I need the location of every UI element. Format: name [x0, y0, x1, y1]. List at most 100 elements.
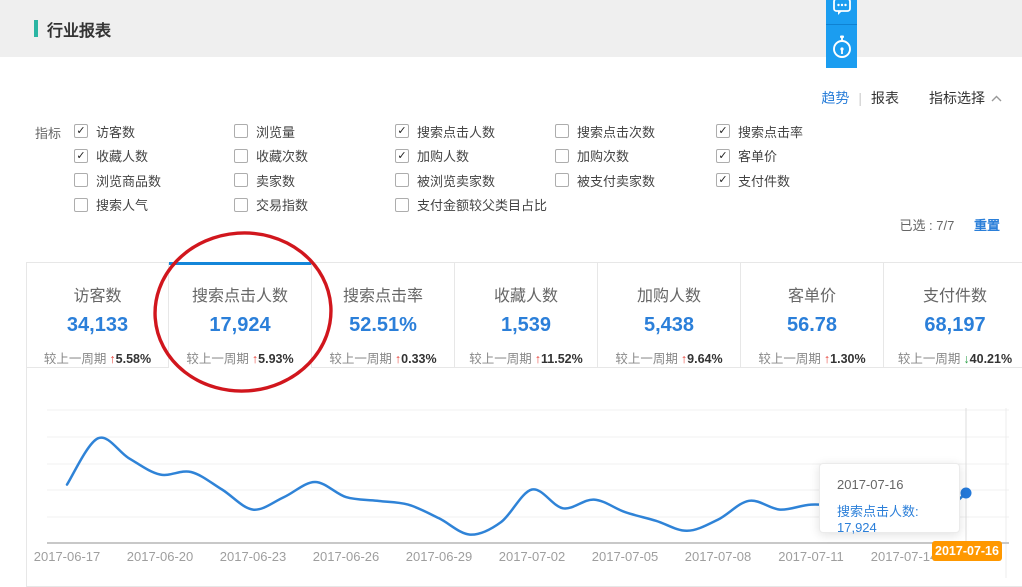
x-axis-label: 2017-07-08: [685, 549, 752, 564]
report-panel: 访客数 34,133 较上一周期↑5.58% 搜索点击人数 17,924 较上一…: [26, 262, 1022, 587]
metric-checkbox-item[interactable]: 搜索人气: [74, 193, 234, 218]
metric-column: 浏览量收藏次数卖家数交易指数: [234, 119, 395, 217]
metric-checkbox-item[interactable]: 被浏览卖家数: [395, 168, 555, 193]
metric-checkbox-item[interactable]: 加购次数: [555, 144, 716, 169]
chart-tooltip: 2017-07-16 搜索点击人数: 17,924: [819, 463, 960, 533]
checkbox-unchecked-icon[interactable]: [234, 173, 248, 187]
trend-view-link[interactable]: 趋势: [821, 88, 849, 108]
checkbox-checked-icon[interactable]: ✓: [716, 124, 730, 138]
tab-title: 访客数: [27, 282, 168, 306]
history-timer-button[interactable]: [826, 24, 857, 68]
metric-filter-panel: 指标 ✓访客数✓收藏人数浏览商品数搜索人气浏览量收藏次数卖家数交易指数✓搜索点击…: [35, 119, 986, 217]
checkbox-unchecked-icon[interactable]: [395, 198, 409, 212]
checkbox-checked-icon[interactable]: ✓: [716, 149, 730, 163]
checkbox-unchecked-icon[interactable]: [74, 173, 88, 187]
highlight-point[interactable]: [961, 488, 972, 499]
tab-paid-items[interactable]: 支付件数 68,197 较上一周期↓40.21%: [884, 262, 1022, 368]
tab-value: 17,924: [169, 314, 311, 337]
checkbox-checked-icon[interactable]: ✓: [395, 124, 409, 138]
checkbox-unchecked-icon[interactable]: [234, 149, 248, 163]
tab-compare: 较上一周期↑0.33%: [312, 348, 454, 367]
metric-checkbox-item[interactable]: ✓ 搜索点击率: [716, 119, 986, 144]
compare-label: 较上一周期: [44, 352, 107, 366]
metric-select-label: 指标选择: [929, 88, 985, 108]
tab-compare: 较上一周期↑9.64%: [598, 348, 740, 367]
page-title: 行业报表: [47, 17, 111, 41]
checkbox-unchecked-icon[interactable]: [555, 149, 569, 163]
tab-visitors[interactable]: 访客数 34,133 较上一周期↑5.58%: [26, 262, 169, 368]
checkbox-unchecked-icon[interactable]: [74, 198, 88, 212]
checkbox-checked-icon[interactable]: ✓: [74, 124, 88, 138]
tab-favorite-users[interactable]: 收藏人数 1,539 较上一周期↑11.52%: [455, 262, 598, 368]
compare-label: 较上一周期: [898, 352, 961, 366]
metric-select-toggle[interactable]: 指标选择: [929, 88, 1002, 108]
metric-checkbox-item[interactable]: 卖家数: [234, 168, 395, 193]
metric-checkbox-item[interactable]: 被支付卖家数: [555, 168, 716, 193]
checkbox-unchecked-icon[interactable]: [555, 173, 569, 187]
metric-checkbox-item[interactable]: ✓访客数: [74, 119, 234, 144]
metric-checkbox-item[interactable]: ✓收藏人数: [74, 144, 234, 169]
tab-value: 34,133: [27, 314, 168, 337]
metric-checkbox-item[interactable]: 浏览商品数: [74, 168, 234, 193]
metric-tabs: 访客数 34,133 较上一周期↑5.58% 搜索点击人数 17,924 较上一…: [26, 262, 1022, 368]
compare-label: 较上一周期: [758, 352, 821, 366]
metric-column: 搜索点击次数加购次数被支付卖家数: [555, 119, 716, 217]
compare-label: 较上一周期: [469, 352, 532, 366]
checkbox-label: 交易指数: [256, 195, 308, 214]
checkbox-label: 加购次数: [577, 146, 629, 165]
tab-compare: 较上一周期↑5.93%: [169, 348, 311, 367]
selected-count: 已选 : 7/7: [899, 218, 954, 233]
selection-summary-row: 已选 : 7/7 重置: [899, 215, 1000, 234]
x-axis-label: 2017-06-23: [220, 549, 287, 564]
checkbox-label: 搜索点击率: [738, 122, 803, 141]
x-axis-label: 2017-06-20: [127, 549, 194, 564]
reset-button[interactable]: 重置: [974, 218, 1000, 233]
metric-checkbox-item[interactable]: 搜索点击次数: [555, 119, 716, 144]
feedback-chat-button[interactable]: [826, 0, 857, 24]
metric-checkbox-item[interactable]: ✓客单价: [716, 144, 986, 169]
checkbox-label: 搜索点击人数: [417, 122, 495, 141]
metric-checkbox-item[interactable]: ✓ 加购人数: [395, 144, 555, 169]
tab-cart-users[interactable]: 加购人数 5,438 较上一周期↑9.64%: [598, 262, 741, 368]
x-axis-label: 2017-06-26: [313, 549, 380, 564]
compare-label: 较上一周期: [186, 352, 249, 366]
tab-title: 客单价: [741, 282, 883, 306]
checkbox-label: 支付金额较父类目占比: [417, 195, 547, 214]
tab-title: 搜索点击率: [312, 282, 454, 306]
tab-title: 支付件数: [884, 282, 1022, 306]
checkbox-unchecked-icon[interactable]: [234, 198, 248, 212]
checkbox-unchecked-icon[interactable]: [234, 124, 248, 138]
metric-columns: ✓访客数✓收藏人数浏览商品数搜索人气浏览量收藏次数卖家数交易指数✓搜索点击人数✓…: [74, 119, 986, 217]
checkbox-label: 加购人数: [417, 146, 469, 165]
x-axis-label: 2017-07-14: [871, 549, 938, 564]
checkbox-checked-icon[interactable]: ✓: [395, 149, 409, 163]
tab-search-click-rate[interactable]: 搜索点击率 52.51% 较上一周期↑0.33%: [312, 262, 455, 368]
checkbox-label: 被支付卖家数: [577, 171, 655, 190]
metric-column: ✓ 搜索点击人数 ✓ 加购人数被浏览卖家数支付金额较父类目占比: [395, 119, 555, 217]
tab-value: 68,197: [884, 314, 1022, 337]
tab-price-per-customer[interactable]: 客单价 56.78 较上一周期↑1.30%: [741, 262, 884, 368]
report-view-link[interactable]: 报表: [871, 88, 899, 108]
checkbox-unchecked-icon[interactable]: [555, 124, 569, 138]
tab-title: 搜索点击人数: [169, 282, 311, 306]
metric-checkbox-item[interactable]: ✓ 搜索点击人数: [395, 119, 555, 144]
x-axis-label: 2017-06-17: [34, 549, 101, 564]
tab-compare: 较上一周期↓40.21%: [884, 348, 1022, 367]
metric-checkbox-item[interactable]: ✓支付件数: [716, 168, 986, 193]
checkbox-unchecked-icon[interactable]: [395, 173, 409, 187]
checkbox-label: 浏览商品数: [96, 171, 161, 190]
checkbox-checked-icon[interactable]: ✓: [716, 173, 730, 187]
checkbox-checked-icon[interactable]: ✓: [74, 149, 88, 163]
metric-column: ✓访客数✓收藏人数浏览商品数搜索人气: [74, 119, 234, 217]
metric-checkbox-item[interactable]: 收藏次数: [234, 144, 395, 169]
tab-search-click-users[interactable]: 搜索点击人数 17,924 较上一周期↑5.93%: [169, 262, 312, 368]
metric-checkbox-item[interactable]: 浏览量: [234, 119, 395, 144]
metric-checkbox-item[interactable]: 交易指数: [234, 193, 395, 218]
metric-checkbox-item[interactable]: 支付金额较父类目占比: [395, 193, 555, 218]
title-accent-bar: [34, 20, 38, 37]
trend-chart[interactable]: 2017-06-17 2017-06-20 2017-06-23 2017-06-26…: [26, 368, 1022, 587]
tooltip-date: 2017-07-16: [837, 477, 959, 492]
tab-compare: 较上一周期↑11.52%: [455, 348, 597, 367]
floating-button-stack: [826, 0, 857, 68]
tab-value: 52.51%: [312, 314, 454, 337]
